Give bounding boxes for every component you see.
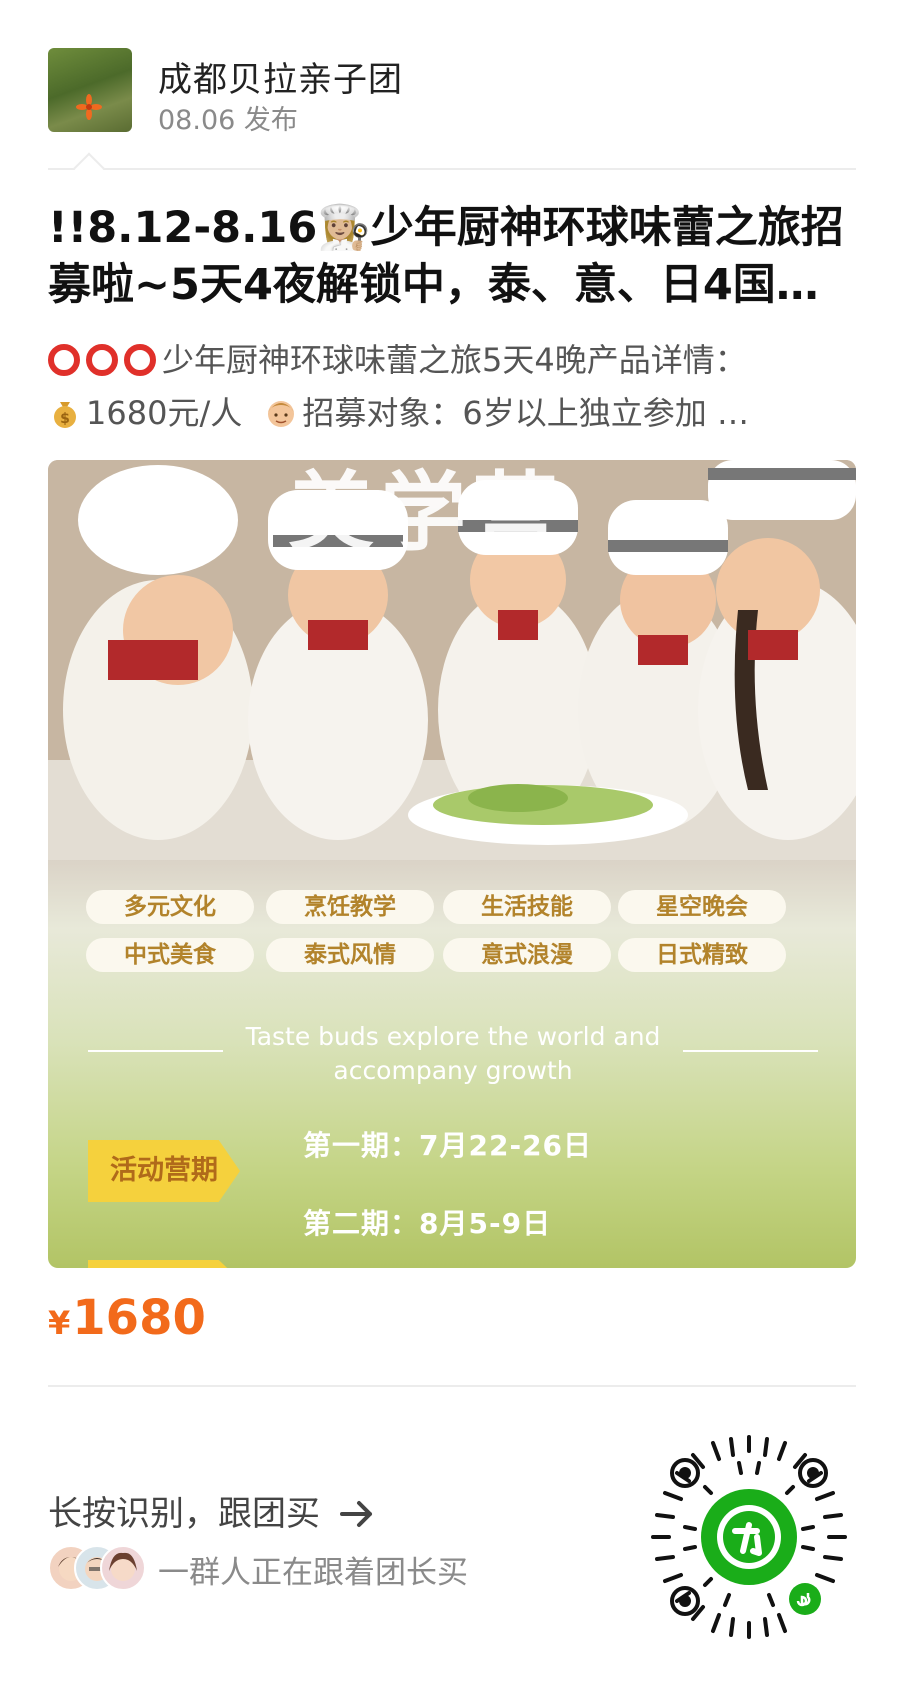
post-title[interactable]: !!8.12-8.16👩🏼‍🍳少年厨神环球味蕾之旅招募啦~5天4夜解锁中，泰、意… [48, 200, 848, 316]
followers-row: 一群人正在跟着团长买 [48, 1545, 548, 1591]
desc-target: 招募对象：6岁以上独立参加 … [302, 394, 749, 432]
tag-item: 日式精致 [618, 938, 786, 972]
desc-text-1: 少年厨神环球味蕾之旅5天4晚产品详情： [162, 341, 747, 379]
currency-symbol: ¥ [48, 1304, 71, 1342]
tagline-line-1: Taste buds explore the world and [245, 1022, 661, 1051]
tag-item: 意式浪漫 [443, 938, 611, 972]
camp-period-badge: 活动营期 [88, 1140, 240, 1202]
author-name[interactable]: 成都贝拉亲子团 [158, 52, 403, 101]
header-divider [48, 168, 856, 170]
boy-icon [268, 401, 295, 427]
tag-item: 星空晚会 [618, 890, 786, 924]
price-value: 1680 [72, 1290, 206, 1346]
tag-item: 泰式风情 [266, 938, 434, 972]
desc-line-2: $ 1680元/人 招募对象：6岁以上独立参加 … [48, 387, 848, 440]
poster-tagline: Taste buds explore the world and accompa… [218, 1020, 688, 1088]
red-circle-icon [124, 344, 156, 376]
red-circle-icon [86, 344, 118, 376]
poster-image[interactable]: 美学营 多元文化 烹饪教学 生活技能 星空晚会 中式美食 泰式风情 意式浪漫 日… [48, 460, 856, 1268]
tag-item: 生活技能 [443, 890, 611, 924]
join-group-cta[interactable]: 长按识别，跟团买 [48, 1486, 375, 1535]
divider-notch [73, 152, 105, 184]
author-avatar[interactable] [48, 48, 132, 132]
tagline-divider-right [683, 1050, 818, 1052]
tag-item: 多元文化 [86, 890, 254, 924]
tagline-line-2: accompany growth [333, 1056, 573, 1085]
tagline-divider-left [88, 1050, 223, 1052]
flower-icon [76, 94, 102, 120]
mini-program-icon [785, 1579, 825, 1619]
qr-code [651, 1435, 847, 1639]
product-price: ¥1680 [48, 1290, 206, 1346]
desc-line-1: 少年厨神环球味蕾之旅5天4晚产品详情： [48, 334, 848, 387]
tag-item: 烹饪教学 [266, 890, 434, 924]
tag-item: 中式美食 [86, 938, 254, 972]
follower-avatar [100, 1545, 146, 1591]
poster-headline: 美学营 [288, 463, 564, 563]
cta-text: 长按识别，跟团买 [48, 1494, 320, 1534]
post-description[interactable]: 少年厨神环球味蕾之旅5天4晚产品详情： $ 1680元/人 招募对象：6岁以上独… [48, 334, 848, 442]
mini-program-code[interactable] [645, 1433, 853, 1641]
period-second: 第二期：8月5-9日 [303, 1207, 552, 1240]
badge-partial [88, 1260, 240, 1268]
svg-text:$: $ [60, 411, 70, 427]
post-date: 08.06 发布 [158, 105, 298, 136]
post-header: 成都贝拉亲子团 08.06 发布 [48, 48, 848, 136]
desc-price: 1680元/人 [86, 394, 243, 432]
arrow-right-icon [339, 1501, 372, 1527]
red-circle-icon [48, 344, 80, 376]
footer-divider [48, 1385, 856, 1387]
money-bag-icon: $ [54, 402, 76, 428]
period-first: 第一期：7月22-26日 [303, 1129, 593, 1162]
followers-text: 一群人正在跟着团长买 [158, 1555, 468, 1591]
